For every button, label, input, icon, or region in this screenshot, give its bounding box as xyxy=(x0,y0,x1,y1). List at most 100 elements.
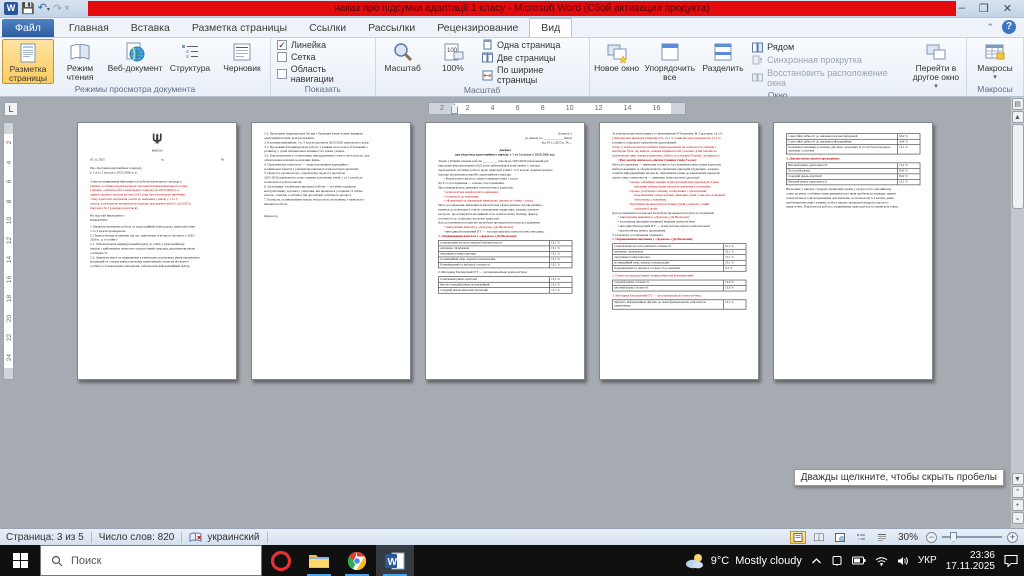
doc-line: 2. Методика Експертний ІГТ — загальношкі… xyxy=(438,270,572,274)
view-print-layout-button[interactable] xyxy=(790,531,806,544)
view-reading-button[interactable] xyxy=(811,531,827,544)
document-page[interactable]: НАКАЗ05.11.2025м.№Про підсумки адаптацій… xyxy=(77,122,237,380)
save-icon[interactable]: 💾 xyxy=(21,3,35,15)
taskbar-search[interactable]: Поиск xyxy=(40,545,262,576)
tab-page-layout[interactable]: Разметка страницы xyxy=(181,19,298,37)
split-label: Разделить xyxy=(702,64,743,73)
outline-button[interactable]: Структура xyxy=(164,39,216,84)
two-pages-button[interactable]: Две страницы xyxy=(482,52,582,63)
wifi-icon[interactable] xyxy=(875,556,888,566)
tablet-mode-icon[interactable] xyxy=(831,555,843,566)
ruler-toggle-icon[interactable]: ▤ xyxy=(1012,98,1024,110)
help-icon[interactable]: ? xyxy=(1002,20,1016,34)
checkbox-empty-icon xyxy=(277,52,287,62)
tab-view[interactable]: Вид xyxy=(529,18,572,37)
zoom-button[interactable]: Масштаб xyxy=(378,39,428,85)
web-layout-label: Веб-документ xyxy=(108,64,163,73)
volume-icon[interactable] xyxy=(897,556,909,566)
new-window-button[interactable]: Новое окно xyxy=(592,39,642,90)
page-width-icon xyxy=(482,70,493,81)
redo-icon[interactable]: ↷ xyxy=(53,3,62,15)
view-outline-button[interactable] xyxy=(853,531,869,544)
one-page-button[interactable]: Одна страница xyxy=(482,39,582,50)
vertical-scrollbar[interactable]: ▤ ▲ ▼ ⌃ • ⌄ xyxy=(1010,97,1024,528)
macros-button[interactable]: Макросы ▾ xyxy=(969,39,1021,84)
language-indicator[interactable]: украинский xyxy=(207,532,259,543)
split-button[interactable]: Разделить xyxy=(698,39,748,90)
action-center-icon[interactable] xyxy=(1004,554,1018,567)
print-layout-button[interactable]: Разметка страницы xyxy=(2,39,54,84)
split-icon xyxy=(712,41,734,63)
zoom-percentage[interactable]: 30% xyxy=(898,532,918,543)
doc-line: 1. Опрацювання вчителя у «Додаток» (Да В… xyxy=(438,234,572,238)
previous-page-icon[interactable]: ⌃ xyxy=(1012,486,1024,498)
doc-line: особистості навчальних матеріалів, забез… xyxy=(90,264,224,268)
proofing-icon[interactable] xyxy=(189,532,202,543)
zoom-slider-thumb[interactable] xyxy=(950,532,957,542)
svg-text:W: W xyxy=(388,557,398,568)
word-count[interactable]: Число слов: 820 xyxy=(99,532,175,543)
macros-label: Макросы xyxy=(977,64,1012,73)
checkbox-checked-icon: ✓ xyxy=(277,40,287,50)
page-indicator[interactable]: Страница: 3 из 5 xyxy=(6,532,84,543)
zoom-in-icon[interactable]: + xyxy=(1007,532,1018,543)
search-placeholder: Поиск xyxy=(71,555,101,567)
scrollbar-thumb[interactable] xyxy=(1012,124,1024,209)
title-highlight: наказ про підсумки адаптації 1 класу - M… xyxy=(88,1,956,16)
next-page-icon[interactable]: ⌄ xyxy=(1012,512,1024,524)
zoom-out-icon[interactable]: − xyxy=(926,532,937,543)
tab-stop-selector[interactable]: L xyxy=(4,102,18,116)
page-width-button[interactable]: По ширине страницы xyxy=(482,65,582,85)
taskbar-weather[interactable]: 9°C Mostly cloudy xyxy=(685,553,802,569)
reading-mode-button[interactable]: Режим чтения xyxy=(54,39,106,84)
tab-review[interactable]: Рецензирование xyxy=(426,19,529,37)
close-button[interactable]: ✕ xyxy=(1003,2,1012,15)
taskbar-opera-icon[interactable] xyxy=(262,545,300,576)
taskbar-chrome-icon[interactable] xyxy=(338,545,376,576)
scroll-up-icon[interactable]: ▲ xyxy=(1012,111,1024,123)
collapse-ribbon-icon[interactable]: ⌃ xyxy=(986,22,994,33)
qat-customize-icon[interactable]: ▿ xyxy=(65,3,69,15)
language-tray-indicator[interactable]: УКР xyxy=(918,555,937,566)
arrange-all-button[interactable]: Упорядочить все xyxy=(642,39,698,90)
view-web-button[interactable] xyxy=(832,531,848,544)
ribbon-group-show: ✓ Линейка Сетка Область навигации Показа… xyxy=(271,38,376,96)
document-page[interactable]: 2.3. Проводити індивідуальні бесіди з ба… xyxy=(251,122,411,380)
tray-expand-icon[interactable] xyxy=(811,557,822,565)
new-window-icon xyxy=(606,41,628,63)
taskbar-clock[interactable]: 23:36 17.11.2025 xyxy=(946,550,995,572)
zoom-100-button[interactable]: 100 100% xyxy=(428,39,478,85)
tab-home[interactable]: Главная xyxy=(58,19,120,37)
draft-button[interactable]: Черновик xyxy=(216,39,268,84)
document-page[interactable]: Додаток 1до наказу по ____________ школі… xyxy=(425,122,585,380)
battery-icon[interactable] xyxy=(852,556,866,565)
navigation-pane-checkbox[interactable]: Область навигации xyxy=(277,64,369,84)
tab-file[interactable]: Файл xyxy=(2,19,54,37)
arrange-all-icon xyxy=(659,41,681,63)
switch-windows-button[interactable]: Перейти в другое окно ▾ xyxy=(908,39,964,90)
doc-line: 1. Опрацювання навчання у «Додаток» (Да … xyxy=(612,237,746,241)
web-layout-button[interactable]: Веб-документ xyxy=(106,39,164,84)
quick-access-toolbar: W 💾 ↶▾ ↷ ▿ xyxy=(0,2,73,16)
zoom-slider[interactable] xyxy=(942,536,1002,538)
tab-insert[interactable]: Вставка xyxy=(120,19,181,37)
scroll-down-icon[interactable]: ▼ xyxy=(1012,473,1024,485)
start-button[interactable] xyxy=(0,545,40,576)
ruler-checkbox[interactable]: ✓ Линейка xyxy=(277,40,369,50)
view-draft-button[interactable] xyxy=(874,531,890,544)
word-app-icon[interactable]: W xyxy=(4,2,18,15)
reading-mode-label: Режим чтения xyxy=(54,64,106,82)
tab-references[interactable]: Ссылки xyxy=(298,19,357,37)
tab-mailings[interactable]: Рассылки xyxy=(357,19,426,37)
document-page[interactable]: За результатами моніторингу та визначенн… xyxy=(599,122,759,380)
view-side-by-side-button[interactable]: Рядом xyxy=(752,42,904,53)
select-browse-object-icon[interactable]: • xyxy=(1012,499,1024,511)
document-page[interactable]: Самостійні здібності до навчання власних… xyxy=(773,122,933,380)
undo-icon[interactable]: ↶▾ xyxy=(38,2,50,16)
restore-button[interactable]: ❐ xyxy=(979,2,989,15)
taskbar-explorer-icon[interactable] xyxy=(300,545,338,576)
group-label-macros: Макросы xyxy=(969,84,1021,96)
minimize-button[interactable]: – xyxy=(959,2,965,15)
taskbar-word-icon[interactable]: W xyxy=(376,545,414,576)
gridlines-checkbox[interactable]: Сетка xyxy=(277,52,369,62)
